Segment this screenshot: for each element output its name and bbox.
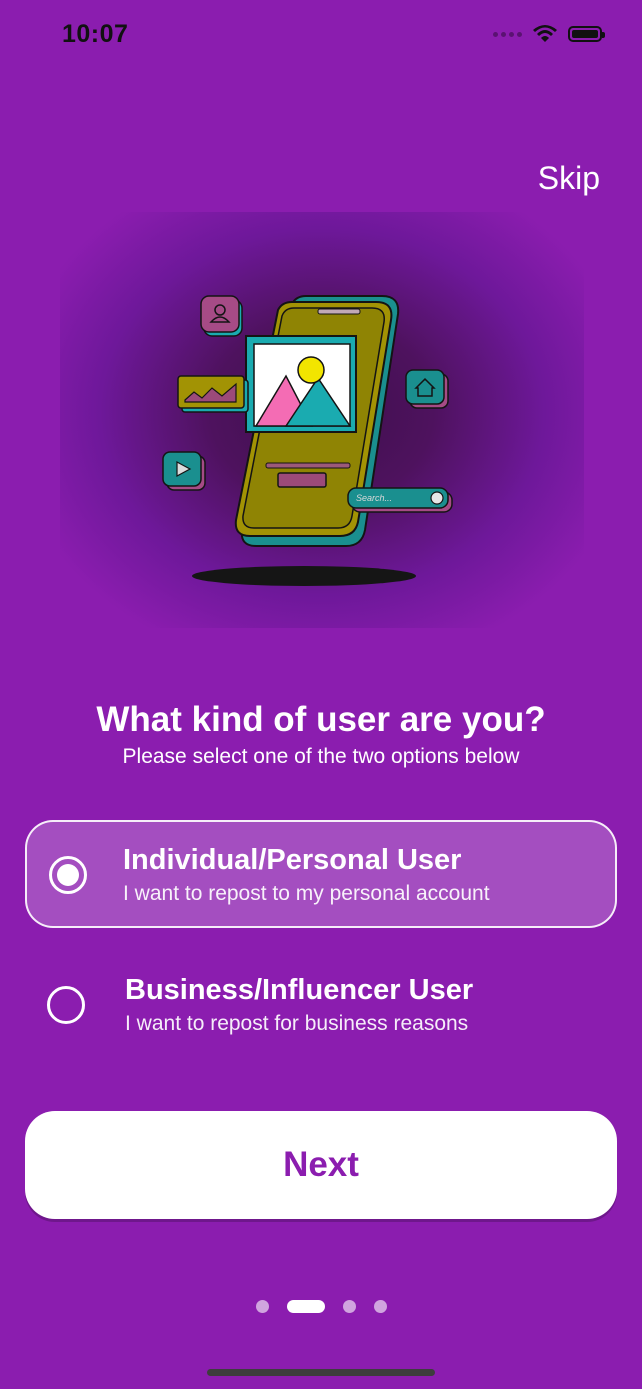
status-icons	[493, 24, 605, 44]
skip-button[interactable]: Skip	[538, 160, 600, 197]
option-title: Individual/Personal User	[123, 844, 462, 876]
user-icon	[200, 295, 243, 337]
page-dot	[373, 1300, 387, 1313]
chart-icon	[177, 375, 249, 413]
option-description: I want to repost for business reasons	[125, 1012, 469, 1035]
status-time: 10:07	[62, 20, 129, 48]
page-indicator	[0, 1300, 642, 1313]
page-title: What kind of user are you?	[96, 700, 546, 739]
option-individual-user[interactable]: Individual/Personal User I want to repos…	[25, 820, 617, 928]
home-icon	[405, 369, 449, 409]
page-dot	[255, 1300, 269, 1313]
illustration-search-text: Search...	[356, 493, 393, 503]
page-dot-active	[286, 1300, 325, 1313]
battery-icon	[568, 26, 605, 42]
page-dot	[342, 1300, 356, 1313]
home-indicator	[207, 1369, 435, 1376]
option-business-user[interactable]: Business/Influencer User I want to repos…	[25, 952, 617, 1060]
cellular-signal-icon	[493, 31, 522, 37]
option-description: I want to repost to my personal account	[123, 882, 490, 905]
radio-unselected-icon[interactable]	[47, 986, 85, 1024]
radio-selected-icon[interactable]	[49, 856, 87, 894]
onboarding-illustration: Search...	[60, 212, 584, 628]
option-title: Business/Influencer User	[125, 974, 474, 1006]
image-card-icon	[245, 335, 357, 433]
next-button[interactable]: Next	[25, 1111, 617, 1219]
phone-illustration	[162, 295, 453, 586]
page-subtitle: Please select one of the two options bel…	[122, 745, 520, 768]
play-icon	[162, 451, 206, 491]
wifi-icon	[533, 25, 557, 42]
